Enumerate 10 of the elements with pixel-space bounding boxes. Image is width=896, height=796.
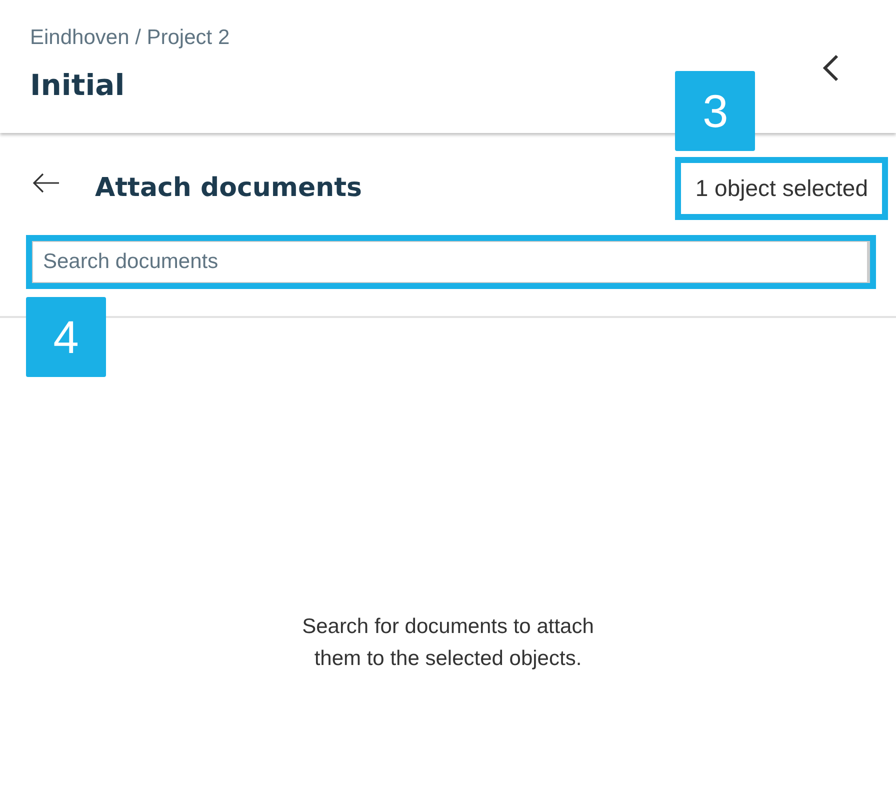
breadcrumb: Eindhoven / Project 2	[30, 26, 230, 50]
callout-badge: 3	[675, 70, 756, 150]
callout-badge: 4	[26, 297, 106, 377]
page-title: Initial	[30, 68, 126, 102]
selection-count: 1 object selected	[675, 156, 888, 220]
empty-message: Search for documents to attach them to the selected objects.	[301, 614, 595, 672]
search-field[interactable]: Search documents	[26, 235, 876, 289]
collapse-chevron-icon[interactable]	[822, 54, 840, 84]
back-arrow-icon[interactable]	[32, 173, 60, 193]
panel-heading: Attach documents	[95, 173, 364, 203]
